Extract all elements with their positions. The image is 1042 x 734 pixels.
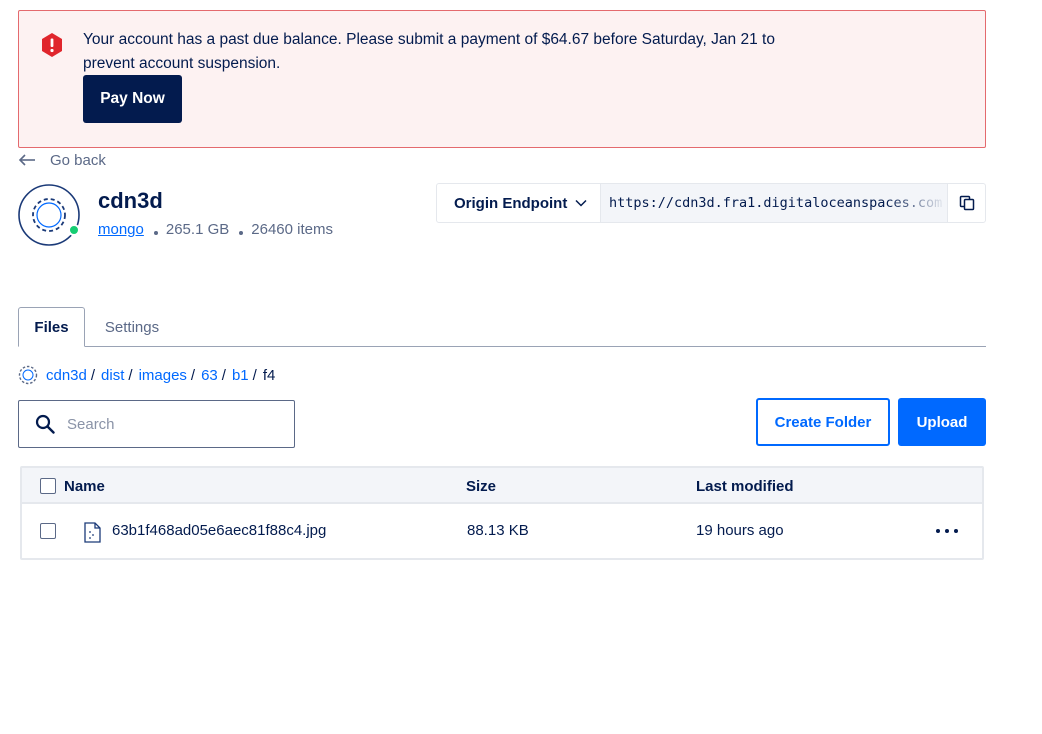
space-name: cdn3d [98, 188, 163, 213]
arrow-left-icon [18, 154, 35, 166]
table-row[interactable]: 63b1f468ad05e6aec81f88c4.jpg 88.13 KB 19… [22, 504, 982, 558]
warning-octagon-icon [42, 33, 62, 57]
breadcrumb-separator: / [252, 366, 257, 384]
copy-icon [959, 195, 974, 211]
more-options-icon[interactable] [936, 522, 958, 540]
spaces-bucket-icon [18, 184, 80, 246]
breadcrumb-separator: / [90, 366, 96, 384]
file-size: 88.13 KB [467, 522, 529, 539]
breadcrumb-item[interactable]: b1 [232, 367, 249, 384]
breadcrumb-item[interactable]: 63 [201, 367, 218, 384]
create-folder-button[interactable]: Create Folder [756, 398, 890, 446]
breadcrumb-separator: / [128, 366, 133, 384]
column-header-size[interactable]: Size [466, 478, 496, 495]
breadcrumb-separator: / [190, 366, 196, 384]
file-table: Name Size Last modified 63b1f468ad05e6ae… [20, 466, 984, 560]
table-header: Name Size Last modified [22, 468, 982, 504]
breadcrumb-separator: / [221, 366, 226, 384]
breadcrumb-item[interactable]: dist [101, 367, 124, 384]
file-name-link[interactable]: 63b1f468ad05e6aec81f88c4.jpg [112, 522, 326, 539]
tab-files[interactable]: Files [18, 307, 85, 347]
upload-button[interactable]: Upload [898, 398, 986, 446]
separator-dot [153, 230, 158, 235]
breadcrumb-current: f4 [262, 366, 276, 384]
search-input[interactable] [67, 415, 267, 433]
endpoint-type-label: Origin Endpoint [454, 194, 568, 212]
go-back-label: Go back [50, 151, 106, 169]
space-size: 265.1 GB [165, 221, 230, 238]
copy-endpoint-button[interactable] [947, 184, 985, 222]
space-tabs: Files Settings [18, 307, 986, 347]
search-icon [35, 414, 55, 434]
column-header-name[interactable]: Name [64, 478, 105, 495]
separator-dot [239, 230, 244, 235]
space-meta: mongo 265.1 GB 26460 items [98, 221, 333, 238]
endpoint-type-dropdown[interactable]: Origin Endpoint [437, 184, 601, 222]
endpoint-bar: Origin Endpoint https://cdn3d.fra1.digit… [436, 183, 986, 223]
breadcrumb: cdn3d / dist / images / 63 / b1 / f4 [18, 365, 275, 385]
dot [954, 529, 958, 533]
go-back-link[interactable]: Go back [18, 150, 106, 170]
chevron-down-icon [575, 199, 587, 207]
dot [945, 529, 949, 533]
breadcrumb-item[interactable]: cdn3d [46, 367, 87, 384]
project-link[interactable]: mongo [98, 221, 144, 238]
alert-message: Your account has a past due balance. Ple… [83, 31, 775, 72]
past-due-alert: Your account has a past due balance. Ple… [18, 10, 986, 148]
file-last-modified: 19 hours ago [696, 522, 784, 539]
row-checkbox[interactable] [40, 523, 56, 539]
image-file-icon [84, 522, 101, 543]
dot [936, 529, 940, 533]
column-header-last-modified[interactable]: Last modified [696, 478, 794, 495]
space-item-count: 26460 items [251, 221, 333, 238]
select-all-checkbox[interactable] [40, 478, 56, 494]
search-box [18, 400, 295, 448]
endpoint-url[interactable]: https://cdn3d.fra1.digitaloceanspaces.co… [601, 184, 947, 222]
pay-now-button[interactable]: Pay Now [83, 75, 182, 123]
spaces-bucket-icon [18, 365, 38, 385]
tab-settings[interactable]: Settings [102, 307, 162, 347]
breadcrumb-item[interactable]: images [139, 367, 187, 384]
